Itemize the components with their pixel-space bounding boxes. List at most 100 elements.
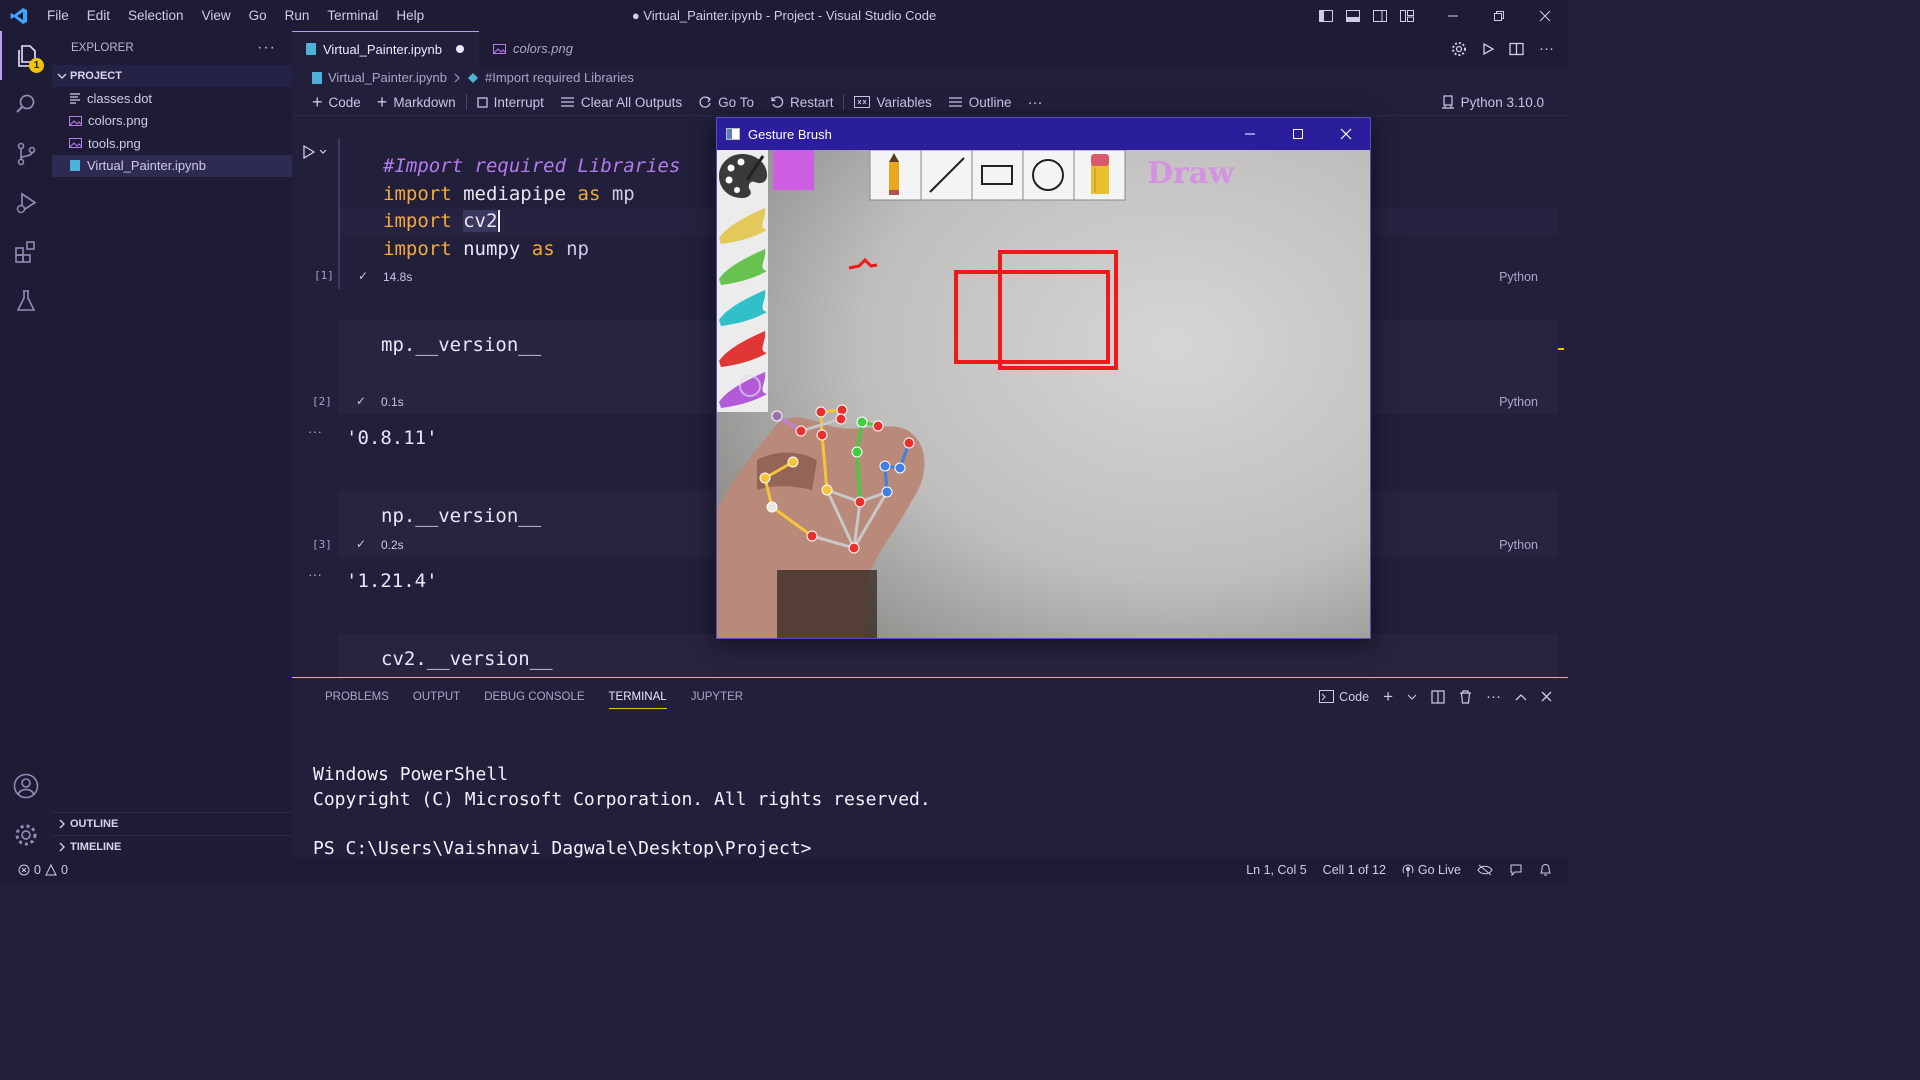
close-panel-icon[interactable] <box>1541 691 1552 702</box>
panel-more-icon[interactable]: ··· <box>1486 688 1501 705</box>
menu-run[interactable]: Run <box>276 0 319 31</box>
timeline-section-header[interactable]: TIMELINE <box>52 835 292 858</box>
file-item-classes-dot[interactable]: classes.dot <box>52 87 292 110</box>
outline-button[interactable]: Outline <box>940 95 1020 110</box>
tab-problems[interactable]: PROBLEMS <box>313 678 401 715</box>
hand-landmark-point <box>879 460 891 472</box>
project-section-header[interactable]: PROJECT <box>52 65 292 87</box>
toggle-panel-icon[interactable] <box>1339 8 1366 24</box>
menu-selection[interactable]: Selection <box>119 0 193 31</box>
cell-language[interactable]: Python <box>1499 395 1538 409</box>
tab-jupyter[interactable]: JUPYTER <box>679 678 755 715</box>
menu-view[interactable]: View <box>193 0 240 31</box>
editor-tabs: Virtual_Painter.ipynb colors.png ··· <box>292 31 1568 66</box>
hand-landmark-point <box>759 472 771 484</box>
customize-layout-icon[interactable] <box>1393 8 1420 24</box>
tab-debug-console[interactable]: DEBUG CONSOLE <box>472 678 596 715</box>
settings-gear-icon[interactable] <box>0 810 52 859</box>
problems-status[interactable]: 0 0 <box>0 863 68 877</box>
tab-output[interactable]: OUTPUT <box>401 678 472 715</box>
eraser-tool-icon[interactable] <box>1091 154 1109 194</box>
run-cell-icon[interactable] <box>302 144 330 160</box>
toggle-secondary-sidebar-icon[interactable] <box>1366 8 1393 24</box>
pencil-tool-icon[interactable] <box>889 153 899 195</box>
outline-section-header[interactable]: OUTLINE <box>52 812 292 835</box>
more-actions-icon[interactable]: ··· <box>257 39 276 57</box>
file-name: Virtual_Painter.ipynb <box>87 158 207 174</box>
restart-button[interactable]: Restart <box>762 95 842 110</box>
modified-dot-icon[interactable] <box>455 44 465 54</box>
toggle-primary-sidebar-icon[interactable] <box>1312 8 1339 24</box>
output-more-icon[interactable]: ··· <box>308 423 322 439</box>
maximize-panel-icon[interactable] <box>1515 693 1527 701</box>
cursor-position[interactable]: Ln 1, Col 5 <box>1246 863 1306 877</box>
timeline-label: TIMELINE <box>70 841 122 853</box>
close-icon[interactable] <box>1322 118 1370 150</box>
minimize-icon[interactable] <box>1226 118 1274 150</box>
file-item-virtual-painter-ipynb[interactable]: Virtual_Painter.ipynb <box>52 154 292 177</box>
split-terminal-icon[interactable] <box>1431 689 1445 704</box>
go-to-button[interactable]: Go To <box>690 95 762 110</box>
notifications-bell-icon[interactable] <box>1539 863 1552 877</box>
code-module: numpy <box>463 237 521 260</box>
variables-button[interactable]: Variables <box>846 95 939 110</box>
minimize-icon[interactable] <box>1430 10 1476 22</box>
gesture-window-title: Gesture Brush <box>748 126 832 142</box>
chevron-down-icon[interactable] <box>1407 693 1417 701</box>
run-debug-icon[interactable] <box>0 178 52 227</box>
kernel-picker[interactable]: Python 3.10.0 <box>1441 95 1544 110</box>
project-section-label: PROJECT <box>70 70 122 82</box>
new-terminal-plus-icon[interactable]: + <box>1383 687 1393 707</box>
cell-indicator[interactable]: Cell 1 of 12 <box>1323 863 1386 877</box>
source-control-icon[interactable] <box>0 129 52 178</box>
run-all-icon[interactable] <box>1481 42 1495 56</box>
tab-virtual-painter[interactable]: Virtual_Painter.ipynb <box>292 31 480 66</box>
restore-icon[interactable] <box>1476 10 1522 22</box>
clear-all-outputs-button[interactable]: Clear All Outputs <box>552 95 690 110</box>
search-icon[interactable] <box>0 80 52 129</box>
menu-help[interactable]: Help <box>387 0 433 31</box>
testing-icon[interactable] <box>0 276 52 325</box>
kill-terminal-trash-icon[interactable] <box>1459 689 1472 704</box>
menu-edit[interactable]: Edit <box>78 0 119 31</box>
cell-language[interactable]: Python <box>1499 270 1538 284</box>
breadcrumb-file[interactable]: Virtual_Painter.ipynb <box>328 70 447 85</box>
warning-count: 0 <box>60 863 68 877</box>
go-live-label: Go Live <box>1417 863 1461 877</box>
tab-terminal[interactable]: TERMINAL <box>597 678 679 715</box>
file-item-tools-png[interactable]: tools.png <box>52 132 292 155</box>
cell-4-code[interactable]: cv2.__version__ <box>338 634 1558 674</box>
explorer-icon[interactable]: 1 <box>0 31 52 80</box>
breadcrumb-symbol[interactable]: #Import required Libraries <box>485 70 634 85</box>
split-editor-icon[interactable] <box>1509 42 1525 56</box>
notebook-settings-gear-icon[interactable] <box>1451 41 1467 57</box>
plus-icon: + <box>376 91 388 112</box>
add-code-cell-button[interactable]: + Code <box>304 92 369 113</box>
add-markdown-cell-button[interactable]: + Markdown <box>369 92 464 113</box>
toolbar-more-icon[interactable]: ··· <box>1020 94 1051 111</box>
terminal-shell-selector[interactable]: Code <box>1319 690 1369 704</box>
code-cell-4[interactable]: cv2.__version__ <box>338 634 1558 677</box>
extensions-icon[interactable] <box>0 227 52 276</box>
code-alias: mp <box>611 182 635 205</box>
menu-file[interactable]: File <box>38 0 78 31</box>
go-live-button[interactable]: Go Live <box>1402 863 1461 877</box>
output-more-icon[interactable]: ··· <box>308 566 322 582</box>
terminal-output[interactable]: Windows PowerShell Copyright (C) Microsof… <box>313 763 931 861</box>
menu-go[interactable]: Go <box>240 0 276 31</box>
close-icon[interactable] <box>1522 10 1568 22</box>
hidden-eye-icon[interactable] <box>1477 864 1493 876</box>
webcam-canvas[interactable]: Draw <box>717 150 1370 638</box>
maximize-icon[interactable] <box>1274 118 1322 150</box>
file-item-colors-png[interactable]: colors.png <box>52 110 292 133</box>
hand-landmark-point <box>806 530 818 542</box>
gesture-brush-window[interactable]: Gesture Brush Draw <box>716 117 1371 639</box>
interrupt-button[interactable]: Interrupt <box>469 95 552 110</box>
restart-label: Restart <box>789 94 834 110</box>
tab-colors-png[interactable]: colors.png <box>479 31 587 66</box>
menu-terminal[interactable]: Terminal <box>318 0 387 31</box>
feedback-icon[interactable] <box>1509 863 1523 877</box>
editor-more-icon[interactable]: ··· <box>1539 40 1554 57</box>
cell-language[interactable]: Python <box>1499 538 1538 552</box>
accounts-icon[interactable] <box>0 761 52 810</box>
